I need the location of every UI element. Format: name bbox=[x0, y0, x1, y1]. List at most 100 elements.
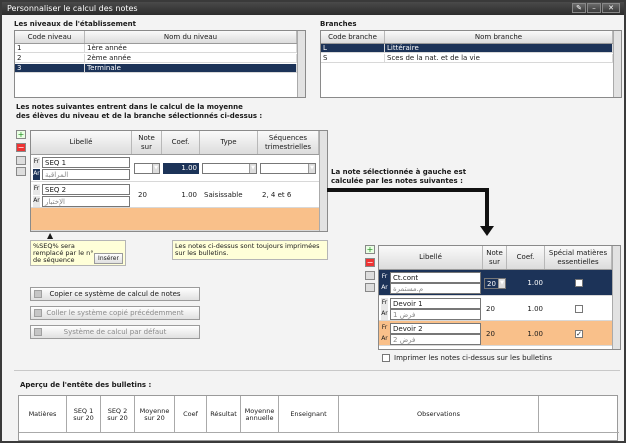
note-row[interactable]: Fr Ar SEQ 2 الإختبار 20 1.00 Saisissable… bbox=[31, 182, 319, 208]
note-sur-value: 20 bbox=[487, 280, 496, 288]
libelle-ar-input[interactable]: الإختبار bbox=[42, 196, 130, 207]
branche-nom: Littéraire bbox=[385, 44, 613, 53]
sequences-dropdown[interactable]: 1, 3 et 5 ▼ bbox=[260, 163, 316, 174]
libelle-fr-input[interactable]: Devoir 2 bbox=[390, 323, 481, 334]
move-down-calc-button[interactable] bbox=[365, 283, 375, 292]
col-note-sur[interactable]: Note sur bbox=[132, 131, 162, 154]
close-button[interactable]: ✕ bbox=[602, 3, 620, 13]
branches-scrollbar[interactable] bbox=[613, 31, 621, 97]
col-code-niveau[interactable]: Code niveau bbox=[15, 31, 85, 43]
notes-header: Libellé Note sur Coef. Type Séquences trim… bbox=[31, 131, 319, 155]
move-up-button[interactable] bbox=[16, 156, 26, 165]
branches-table[interactable]: Code branche Nom branche L Littéraire S … bbox=[320, 30, 622, 98]
add-note-button[interactable]: + bbox=[16, 130, 26, 139]
calc-table[interactable]: Libellé Note sur Coef. Spécial matières es… bbox=[378, 245, 621, 350]
notes-info-tip: Les notes ci-dessus sont toujours imprim… bbox=[172, 240, 328, 260]
type-dropdown[interactable]: Calculée ▼ bbox=[202, 163, 257, 174]
niveau-nom: 2ème année bbox=[85, 54, 297, 63]
libelle-ar-input[interactable]: فرض 1 bbox=[390, 309, 481, 320]
col-coef[interactable]: Coef. bbox=[507, 246, 545, 269]
notes-intro-line2: des élèves du niveau et de la branche sé… bbox=[16, 112, 263, 120]
libelle-ar-input[interactable]: م.مستمرة bbox=[390, 283, 481, 294]
libelle-fr-input[interactable]: SEQ 2 bbox=[42, 184, 130, 195]
special-checkbox[interactable] bbox=[575, 305, 583, 313]
notes-intro-line1: Les notes suivantes entrent dans le calc… bbox=[16, 103, 243, 111]
col-note-label: Note bbox=[486, 249, 503, 257]
notes-table[interactable]: Libellé Note sur Coef. Type Séquences trim… bbox=[30, 130, 328, 232]
special-checkbox[interactable] bbox=[575, 279, 583, 287]
branche-row[interactable]: S Sces de la nat. et de la vie bbox=[321, 54, 613, 63]
note-sur-value: 20 bbox=[138, 191, 147, 199]
notes-scrollbar[interactable] bbox=[319, 131, 327, 231]
move-down-button[interactable] bbox=[16, 167, 26, 176]
col-libelle[interactable]: Libellé bbox=[379, 246, 483, 269]
col-special[interactable]: Spécial matières essentielles bbox=[545, 246, 612, 269]
inserer-button[interactable]: Insérer bbox=[94, 253, 123, 264]
libelle-ar-input[interactable]: المراقبة bbox=[42, 169, 130, 180]
special-checkbox-checked[interactable]: ✓ bbox=[575, 330, 583, 338]
libelle-ar-input[interactable]: فرض 2 bbox=[390, 334, 481, 345]
libelle-fr-input[interactable]: Ct.cont bbox=[390, 272, 481, 283]
lang-ar-label: Ar bbox=[381, 283, 388, 294]
libelle-fr-input[interactable]: Devoir 1 bbox=[390, 298, 481, 309]
copier-button[interactable]: Copier ce système de calcul de notes bbox=[30, 287, 200, 301]
coller-button[interactable]: Coller le système copié précédemment bbox=[30, 306, 200, 320]
note-sur-value: 20 bbox=[137, 165, 146, 173]
branche-code: S bbox=[321, 54, 385, 63]
niveau-row[interactable]: 1 1ère année bbox=[15, 44, 297, 53]
niveaux-scrollbar[interactable] bbox=[297, 31, 305, 97]
branche-row-selected[interactable]: L Littéraire bbox=[321, 44, 613, 53]
apercu-title: Aperçu de l'entête des bulletins : bbox=[20, 381, 152, 389]
col-coef[interactable]: Coef. bbox=[162, 131, 200, 154]
col-nom-branche[interactable]: Nom branche bbox=[385, 31, 613, 43]
col-seq-label2: trimestrielles bbox=[264, 143, 312, 151]
col-code-branche[interactable]: Code branche bbox=[321, 31, 385, 43]
niveau-row[interactable]: 2 2ème année bbox=[15, 54, 297, 63]
apercu-col: Observations bbox=[339, 396, 539, 433]
branches-header: Code branche Nom branche bbox=[321, 31, 613, 44]
dialog-window: Personnaliser le calcul des notes ✎ – ✕ … bbox=[0, 0, 626, 443]
libelle-fr-input[interactable]: SEQ 1 bbox=[42, 157, 130, 168]
col-nom-niveau[interactable]: Nom du niveau bbox=[85, 31, 297, 43]
apercu-panel: Matières SEQ 1 sur 20 SEQ 2 sur 20 Moyenne … bbox=[18, 395, 619, 441]
niveaux-table[interactable]: Code niveau Nom du niveau 1 1ère année 2… bbox=[14, 30, 306, 98]
note-sur-dropdown[interactable]: 20 ▼ bbox=[484, 278, 506, 289]
coef-value: 1.00 bbox=[527, 279, 543, 287]
lang-fr-label: Fr bbox=[33, 184, 40, 195]
move-up-calc-button[interactable] bbox=[365, 271, 375, 280]
minimize-button[interactable]: – bbox=[587, 3, 601, 13]
add-calc-button[interactable]: + bbox=[365, 245, 375, 254]
col-note-sur[interactable]: Note sur bbox=[483, 246, 507, 269]
copier-label: Copier ce système de calcul de notes bbox=[49, 290, 181, 298]
coef-value: 1.00 bbox=[181, 191, 197, 199]
pen-icon[interactable]: ✎ bbox=[572, 3, 586, 13]
col-spec-label2: essentielles bbox=[557, 258, 599, 266]
note-sur-value: 20 bbox=[486, 330, 495, 338]
coef-value[interactable]: 1.00 bbox=[163, 163, 199, 174]
new-note-row[interactable] bbox=[31, 208, 319, 231]
niveau-row-selected[interactable]: 3 Terminale bbox=[15, 64, 297, 73]
calc-row-selected[interactable]: Fr Ar Ct.cont م.مستمرة 20 ▼ 1.00 bbox=[379, 270, 612, 296]
copy-icon bbox=[34, 290, 42, 298]
connector-line-vertical bbox=[485, 188, 489, 228]
calc-row-highlight[interactable]: Fr Ar Devoir 2 فرض 2 20 1.00 ✓ bbox=[379, 321, 612, 346]
apercu-col: SEQ 1 sur 20 bbox=[67, 396, 101, 433]
note-row-selected[interactable]: Fr Ar SEQ 1 المراقبة 20 ▼ 1.00 Calculée ▼ … bbox=[31, 155, 319, 182]
note-sur-value: 20 bbox=[486, 305, 495, 313]
print-label: Imprimer les notes ci-dessus sur les bul… bbox=[394, 354, 552, 362]
defaut-button[interactable]: Système de calcul par défaut bbox=[30, 325, 200, 339]
apercu-col: Moyenne sur 20 bbox=[135, 396, 175, 433]
lang-fr-label: Fr bbox=[381, 272, 388, 283]
remove-note-button[interactable]: − bbox=[16, 143, 26, 152]
apercu-col: Moyenne annuelle bbox=[241, 396, 279, 433]
col-type[interactable]: Type bbox=[200, 131, 258, 154]
col-sequences[interactable]: Séquences trimestrielles bbox=[258, 131, 319, 154]
col-note-sur-label: sur bbox=[489, 258, 500, 266]
print-checkbox[interactable] bbox=[382, 354, 390, 362]
note-sur-dropdown[interactable]: 20 ▼ bbox=[134, 163, 160, 174]
calc-row[interactable]: Fr Ar Devoir 1 فرض 1 20 1.00 bbox=[379, 296, 612, 321]
remove-calc-button[interactable]: − bbox=[365, 258, 375, 267]
lang-fr-label: Fr bbox=[33, 157, 40, 168]
col-libelle[interactable]: Libellé bbox=[31, 131, 132, 154]
calc-scrollbar[interactable] bbox=[612, 246, 620, 349]
